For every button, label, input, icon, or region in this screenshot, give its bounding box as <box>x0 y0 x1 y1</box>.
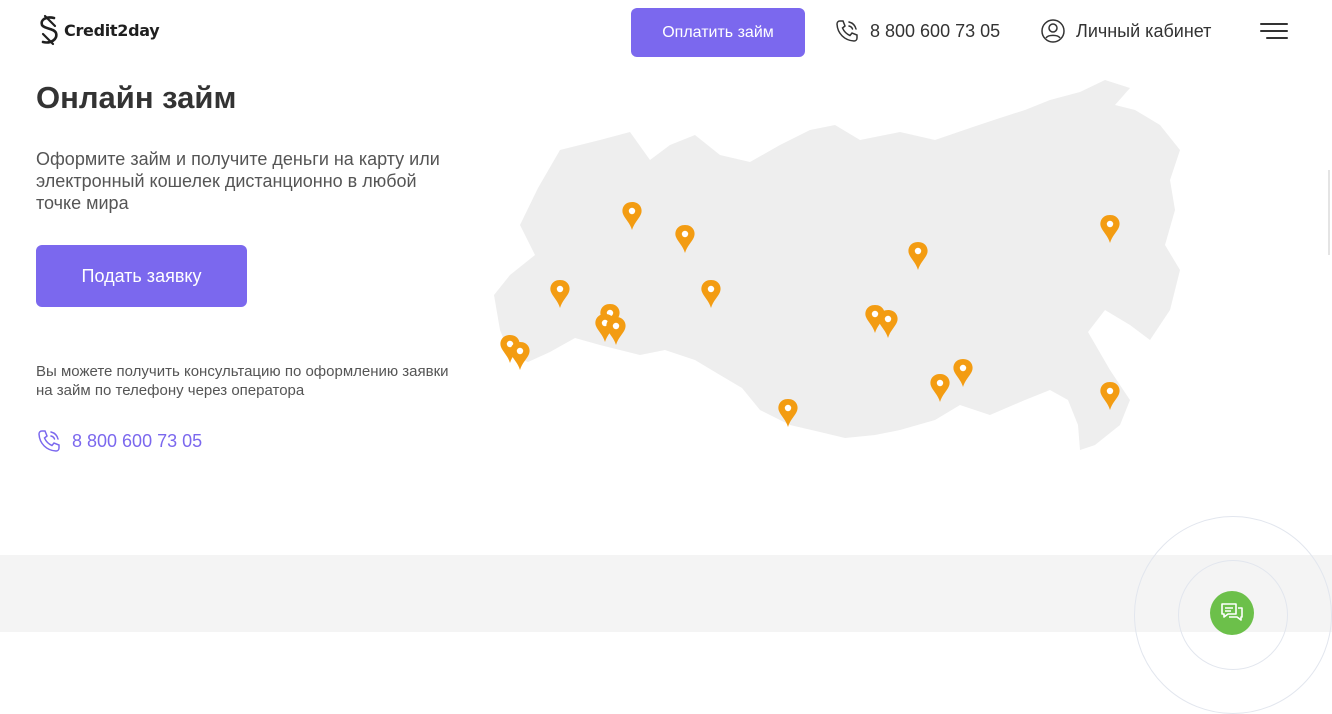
logo-icon <box>40 14 58 46</box>
russia-map <box>494 80 1180 450</box>
page-title: Онлайн займ <box>36 80 237 115</box>
header-phone-number: 8 800 600 73 05 <box>870 20 1001 41</box>
hamburger-icon[interactable] <box>1260 23 1288 39</box>
burger-line <box>1266 37 1288 39</box>
phone-icon <box>836 20 858 42</box>
next-section-band <box>0 555 1332 632</box>
chat-button[interactable] <box>1210 591 1254 635</box>
hero-phone-link[interactable]: 8 800 600 73 05 <box>36 428 202 454</box>
site-header: Credit2day Оплатить займ 8 800 600 73 05… <box>0 0 1332 64</box>
phone-icon <box>38 430 60 452</box>
user-circle-icon <box>1041 19 1065 43</box>
logo-text: Credit2day <box>64 20 160 40</box>
burger-line <box>1260 23 1288 25</box>
cabinet-label: Личный кабинет <box>1076 20 1212 41</box>
logo[interactable]: Credit2day <box>36 14 160 46</box>
map-pin-icon <box>510 342 530 370</box>
apply-button[interactable]: Подать заявку <box>36 245 247 307</box>
burger-line <box>1260 30 1288 32</box>
pay-loan-button[interactable]: Оплатить займ <box>631 8 805 57</box>
hero-phone-number: 8 800 600 73 05 <box>72 430 203 451</box>
consultation-text: Вы можете получить консультацию по оформ… <box>36 363 449 399</box>
hero-subtitle: Оформите займ и получите деньги на карту… <box>36 149 440 213</box>
personal-cabinet-link[interactable]: Личный кабинет <box>1040 18 1211 44</box>
scrollbar[interactable] <box>1328 170 1330 255</box>
map-landmass <box>494 80 1180 450</box>
chat-icon <box>1221 603 1243 621</box>
header-phone-link[interactable]: 8 800 600 73 05 <box>834 18 1000 44</box>
